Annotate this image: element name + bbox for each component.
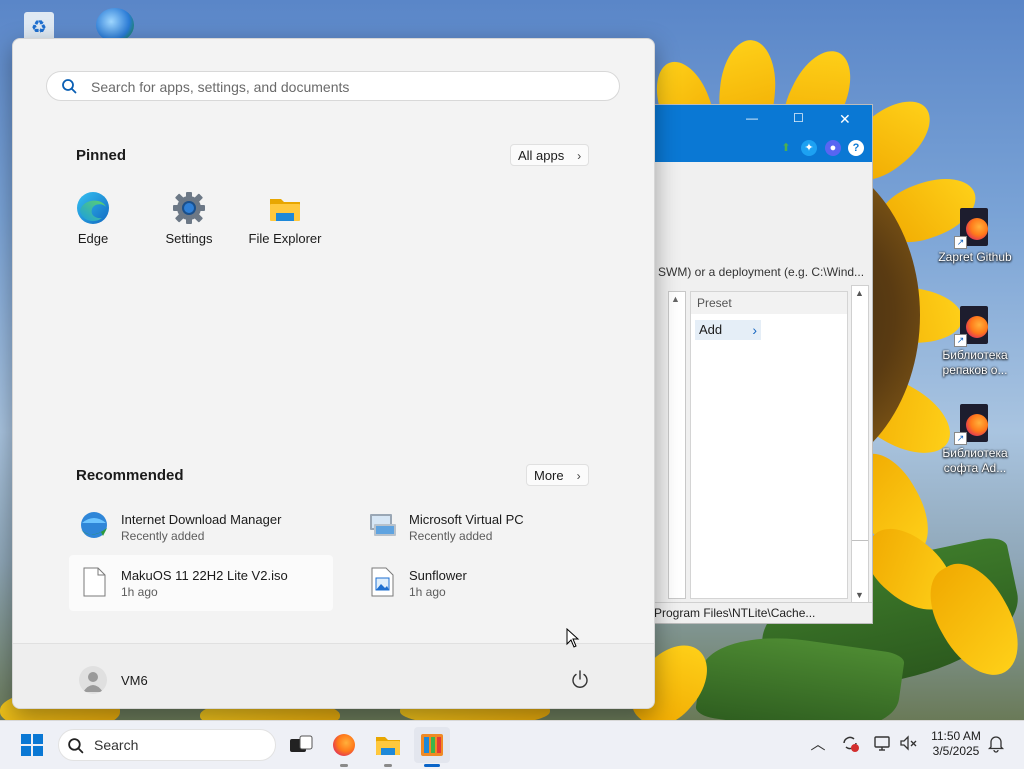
pinned-app-label: Edge — [77, 231, 109, 246]
desktop-shortcut-label: Библиотека софта Ad... — [942, 446, 1008, 475]
maximize-button[interactable]: ☐ — [793, 111, 804, 125]
recommended-item-title: Sunflower — [409, 568, 467, 583]
chevron-right-icon: › — [577, 149, 582, 163]
ntlite-icon — [421, 734, 443, 756]
start-search-box[interactable] — [46, 71, 620, 101]
clock-time: 11:50 AM — [931, 729, 981, 743]
desktop-shortcut-label: Zapret Github — [938, 250, 1012, 264]
help-icon[interactable]: ? — [848, 140, 864, 156]
image-path-hint: SWM) or a deployment (e.g. C:\Wind... — [658, 265, 865, 279]
recommended-item-makuos-iso[interactable]: MakuOS 11 22H2 Lite V2.iso 1h ago — [69, 555, 333, 611]
recommended-item-subtitle: 1h ago — [121, 585, 158, 599]
twitter-icon[interactable]: ✦ — [801, 140, 817, 156]
recommended-item-title: Microsoft Virtual PC — [409, 512, 524, 527]
volume-muted-icon[interactable] — [898, 733, 918, 755]
idm-desktop-icon[interactable] — [96, 8, 134, 42]
sync-error-icon[interactable] — [840, 733, 860, 755]
start-button[interactable] — [14, 727, 50, 763]
recommended-item-subtitle: Recently added — [409, 529, 493, 543]
chevron-right-icon: › — [752, 322, 757, 338]
pinned-heading: Pinned — [76, 147, 127, 164]
notifications-bell-icon[interactable] — [986, 733, 1006, 755]
recommended-heading: Recommended — [76, 467, 184, 484]
taskbar-search-box[interactable]: Search — [58, 729, 276, 761]
edge-icon — [76, 191, 110, 225]
status-bar: Program Files\NTLite\Cache... — [654, 602, 872, 623]
search-icon — [62, 79, 77, 94]
recommended-item-subtitle: Recently added — [121, 529, 205, 543]
recommended-item-title: Internet Download Manager — [121, 512, 282, 527]
firefox-shortcut-icon: ↗ — [954, 404, 992, 445]
power-icon[interactable] — [569, 668, 591, 690]
ntlite-titlebar[interactable]: — ☐ ✕ — [654, 105, 872, 135]
file-explorer-icon — [376, 737, 400, 755]
pinned-app-label: Settings — [165, 231, 213, 246]
start-menu: Pinned All apps › Edge — [12, 38, 655, 709]
desktop-shortcut-zapret[interactable]: ↗ Zapret Github — [932, 208, 1018, 265]
search-icon — [68, 738, 84, 754]
recommended-item-title: MakuOS 11 22H2 Lite V2.iso — [121, 568, 288, 583]
close-button[interactable]: ✕ — [839, 111, 851, 128]
all-apps-button[interactable]: All apps › — [510, 144, 590, 166]
recommended-item-subtitle: 1h ago — [409, 585, 446, 599]
preset-add-button[interactable]: Add › — [695, 320, 761, 340]
recommended-item-idm[interactable]: Internet Download Manager Recently added — [69, 499, 333, 555]
preset-panel: Preset Add › — [690, 291, 848, 599]
taskbar: Search ︿ 11:50 AM 3/5/2025 — [0, 720, 1024, 769]
mouse-cursor-icon — [566, 628, 580, 648]
pinned-app-file-explorer[interactable]: File Explorer — [240, 191, 330, 246]
start-search-input[interactable] — [89, 76, 613, 98]
preset-add-label: Add — [699, 322, 723, 337]
discord-icon[interactable]: ● — [825, 140, 841, 156]
firefox-icon — [333, 734, 355, 756]
more-label: More — [534, 468, 564, 483]
chevron-up-icon[interactable]: ︿ — [808, 733, 828, 755]
start-menu-footer: VM6 — [13, 643, 654, 708]
desktop-shortcut-label: Библиотека репаков о... — [942, 348, 1008, 377]
taskbar-ntlite[interactable] — [414, 727, 450, 767]
active-indicator — [424, 764, 440, 767]
ntlite-window[interactable]: — ☐ ✕ ⬆ ✦ ● ? SWM) or a deployment (e.g.… — [653, 104, 873, 624]
taskbar-search-label: Search — [94, 737, 139, 753]
chevron-right-icon: › — [576, 469, 581, 483]
windows-logo-icon — [21, 734, 43, 756]
running-indicator — [384, 764, 392, 767]
task-view-button[interactable] — [282, 727, 318, 763]
recommended-item-virtual-pc[interactable]: Microsoft Virtual PC Recently added — [357, 499, 621, 555]
network-icon[interactable] — [872, 733, 892, 755]
pinned-app-settings[interactable]: Settings — [144, 191, 234, 246]
pinned-app-label: File Explorer — [248, 231, 322, 246]
task-view-icon — [290, 735, 313, 752]
desktop-shortcut-repack-library[interactable]: ↗ Библиотека репаков о... — [932, 306, 1018, 378]
desktop-shortcut-software-library[interactable]: ↗ Библиотека софта Ad... — [932, 404, 1018, 476]
image-file-icon — [366, 566, 398, 598]
preset-scrollbar[interactable]: ▲ ▼ — [851, 285, 869, 603]
user-avatar-icon[interactable] — [79, 666, 107, 694]
firefox-shortcut-icon: ↗ — [954, 208, 992, 249]
user-name[interactable]: VM6 — [121, 673, 148, 688]
settings-gear-icon — [172, 191, 206, 225]
idm-icon — [78, 510, 110, 542]
image-list-scrollbar[interactable]: ▲ — [668, 291, 686, 599]
firefox-shortcut-icon: ↗ — [954, 306, 992, 347]
more-button[interactable]: More › — [526, 464, 589, 486]
minimize-button[interactable]: — — [746, 111, 758, 125]
all-apps-label: All apps — [518, 148, 565, 163]
clock-date: 3/5/2025 — [932, 744, 980, 758]
preset-header: Preset — [691, 292, 847, 314]
file-explorer-icon — [268, 191, 302, 225]
virtual-pc-icon — [366, 510, 398, 542]
running-indicator — [340, 764, 348, 767]
system-clock[interactable]: 11:50 AM 3/5/2025 — [926, 729, 986, 759]
taskbar-file-explorer[interactable] — [370, 727, 406, 767]
document-icon — [78, 566, 110, 598]
taskbar-firefox[interactable] — [326, 727, 362, 767]
pinned-app-edge[interactable]: Edge — [48, 191, 138, 246]
ntlite-toolbar: ⬆ ✦ ● ? — [654, 135, 872, 162]
update-arrow-icon[interactable]: ⬆ — [778, 140, 794, 156]
recommended-item-sunflower[interactable]: Sunflower 1h ago — [357, 555, 621, 611]
